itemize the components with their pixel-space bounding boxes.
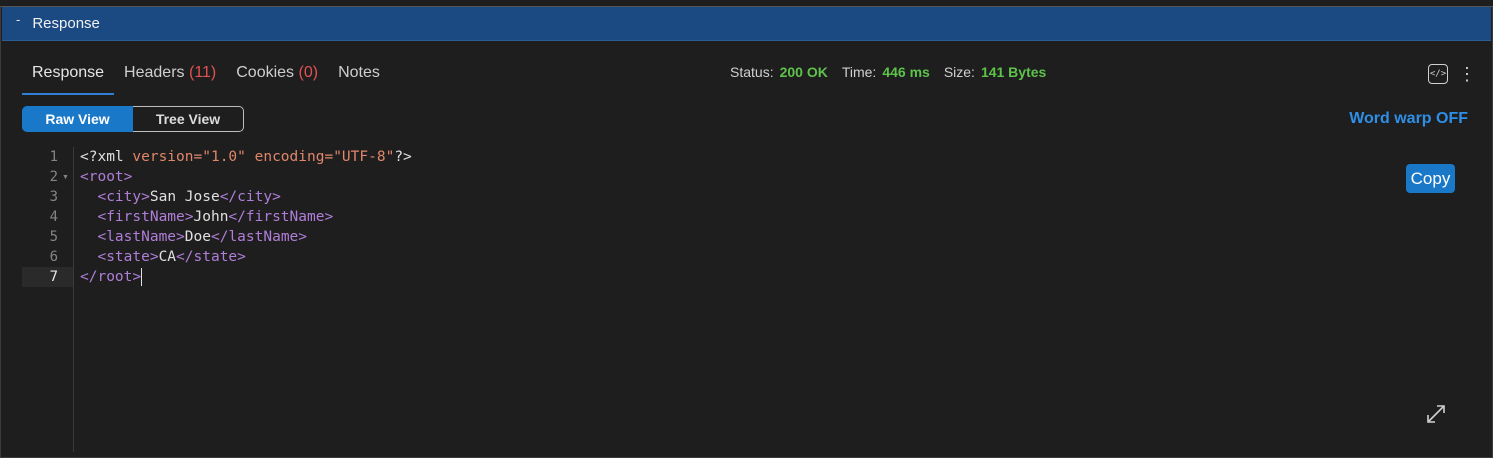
raw-view-button[interactable]: Raw View [22,106,133,132]
line-number: 7 [22,267,58,287]
status-label: Status: [730,64,774,80]
code-editor[interactable]: 1 2 ▼ 3 4 5 6 7 <?xml version="1.0" enco… [22,147,1402,452]
top-divider [0,0,1493,7]
tree-view-button[interactable]: Tree View [133,106,244,132]
code-line: <firstName>John</firstName> [97,209,334,225]
status-value: 200 OK [779,64,828,80]
more-vertical-icon[interactable]: ⋮ [1458,64,1476,84]
tab-label: Notes [338,64,380,81]
time-label: Time: [841,64,877,80]
expand-icon[interactable] [1424,402,1448,426]
response-tabs: Response Headers (11) Cookies (0) Notes [22,58,390,95]
cookies-count: (0) [298,64,319,81]
code-line: <lastName>Doe</lastName> [97,229,308,245]
code-line: <?xml version="1.0" encoding="UTF-8"?> [80,149,412,165]
line-number: 1 [49,149,58,165]
headers-count: (11) [188,64,217,81]
fold-toggle-icon[interactable]: ▼ [62,174,69,181]
line-number: 5 [49,229,58,245]
tab-label: Response [32,64,105,81]
line-number: 2 [49,169,58,185]
code-content[interactable]: <?xml version="1.0" encoding="UTF-8"?> <… [80,147,412,287]
line-gutter: 1 2 ▼ 3 4 5 6 7 [22,147,74,452]
line-number: 3 [49,189,58,205]
text-cursor [141,268,143,286]
tab-cookies[interactable]: Cookies (0) [226,58,328,93]
code-line: <state>CA</state> [97,249,246,265]
tab-notes[interactable]: Notes [328,58,390,93]
code-line: <city>San Jose</city> [97,189,281,205]
line-number: 4 [49,209,58,225]
code-line: </root> [80,268,143,286]
panel-title: Response [32,15,100,32]
size-value: 141 Bytes [980,64,1047,80]
collapse-icon[interactable]: - [16,12,20,27]
copy-button[interactable]: Copy [1406,164,1455,193]
line-number: 6 [49,249,58,265]
time-value: 446 ms [882,64,930,80]
view-toggle: Raw View Tree View [22,106,244,132]
tab-response[interactable]: Response [22,58,115,95]
code-line: <root> [80,169,133,185]
size-label: Size: [943,64,975,80]
word-wrap-toggle[interactable]: Word warp OFF [1349,110,1468,128]
tab-headers[interactable]: Headers (11) [114,58,226,93]
tab-label: Cookies [236,64,295,81]
code-view-icon[interactable]: </> [1428,64,1448,84]
panel-header[interactable]: - Response [2,7,1491,41]
tab-label: Headers [124,64,185,81]
response-stats: Status: 200 OK Time: 446 ms Size: 141 By… [730,64,1054,80]
